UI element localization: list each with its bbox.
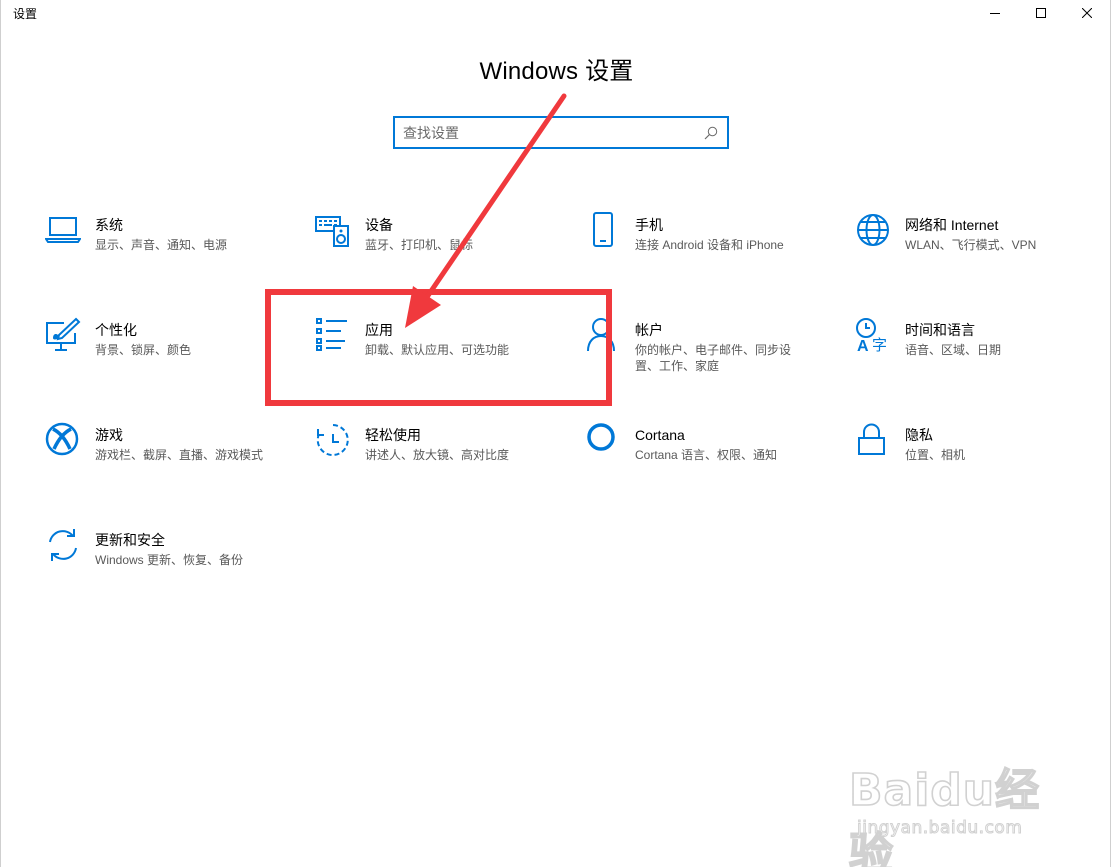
person-icon: [585, 317, 621, 353]
watermark-url: jingyan.baidu.com: [856, 818, 1023, 839]
close-icon: [1082, 8, 1092, 18]
tile-time-language[interactable]: A字 时间和语言 语音、区域、日期: [855, 318, 1105, 391]
tile-description: Windows 更新、恢复、备份: [95, 553, 244, 567]
time-language-icon: A字: [855, 317, 891, 353]
tile-description: 连接 Android 设备和 iPhone: [635, 238, 784, 252]
tile-devices[interactable]: 设备 蓝牙、打印机、鼠标: [315, 216, 565, 286]
tile-description: 显示、声音、通知、电源: [95, 238, 228, 252]
xbox-icon: [45, 422, 81, 458]
baidu-watermark: Baidu经验 jingyan.baidu.com: [848, 744, 1059, 867]
cortana-ring-icon: [585, 422, 621, 458]
minimize-button[interactable]: [972, 0, 1018, 26]
sync-icon: [45, 527, 81, 563]
lock-icon: [855, 422, 891, 458]
tile-description: 蓝牙、打印机、鼠标: [365, 238, 474, 252]
svg-text:A: A: [857, 338, 869, 353]
search-icon[interactable]: [703, 125, 719, 141]
page-title: Windows 设置: [479, 58, 634, 85]
search-box[interactable]: [393, 116, 729, 149]
tile-description: 卸载、默认应用、可选功能: [365, 343, 510, 357]
tile-description: 讲述人、放大镜、高对比度: [365, 448, 510, 462]
tile-title: 时间和语言: [905, 322, 975, 338]
maximize-icon: [1036, 8, 1046, 18]
tile-accounts[interactable]: 帐户 你的帐户、电子邮件、同步设置、工作、家庭: [585, 318, 835, 391]
tile-description: 语音、区域、日期: [905, 343, 1002, 357]
maximize-button[interactable]: [1018, 0, 1064, 26]
tile-title: 游戏: [95, 427, 123, 443]
tile-title: 手机: [635, 217, 663, 233]
tile-description: 位置、相机: [905, 448, 966, 462]
tile-title: 个性化: [95, 322, 137, 338]
settings-window: 设置 Windows 设置 系统 显示、声音、通知、电源: [0, 0, 1111, 867]
title-bar[interactable]: 设置: [1, 0, 1110, 28]
minimize-icon: [990, 13, 1000, 14]
tile-title: 设备: [365, 217, 393, 233]
tile-description: 背景、锁屏、颜色: [95, 343, 192, 357]
tile-ease-of-access[interactable]: 轻松使用 讲述人、放大镜、高对比度: [315, 424, 565, 496]
tile-description: 你的帐户、电子邮件、同步设置、工作、家庭: [635, 343, 792, 373]
tile-title: 轻松使用: [365, 427, 421, 443]
tile-description: Cortana 语言、权限、通知: [635, 448, 778, 462]
tile-network[interactable]: 网络和 Internet WLAN、飞行模式、VPN: [855, 214, 1105, 286]
tile-update-security[interactable]: 更新和安全 Windows 更新、恢复、备份: [45, 529, 295, 601]
window-title: 设置: [13, 7, 38, 21]
tile-title: 更新和安全: [95, 532, 165, 548]
tile-privacy[interactable]: 隐私 位置、相机: [855, 423, 1105, 496]
close-button[interactable]: [1064, 0, 1110, 26]
tile-description: WLAN、飞行模式、VPN: [905, 238, 1037, 252]
tile-title: 应用: [365, 322, 393, 338]
tile-phone[interactable]: 手机 连接 Android 设备和 iPhone: [585, 212, 835, 286]
search-input[interactable]: [403, 122, 693, 143]
tile-cortana[interactable]: Cortana Cortana 语言、权限、通知: [585, 423, 835, 496]
phone-icon: [585, 212, 621, 248]
svg-text:字: 字: [872, 336, 887, 353]
tile-apps[interactable]: 应用 卸载、默认应用、可选功能: [315, 318, 565, 391]
window-controls: [972, 0, 1110, 28]
tile-system[interactable]: 系统 显示、声音、通知、电源: [45, 216, 295, 286]
globe-icon: [855, 212, 891, 248]
tile-title: 隐私: [905, 427, 933, 443]
keyboard-speaker-icon: [315, 212, 351, 248]
tile-title: 网络和 Internet: [905, 217, 999, 233]
tile-title: Cortana: [635, 427, 685, 443]
tile-gaming[interactable]: 游戏 游戏栏、截屏、直播、游戏模式: [45, 422, 295, 496]
tile-title: 系统: [95, 217, 123, 233]
laptop-icon: [45, 212, 81, 248]
tile-description: 游戏栏、截屏、直播、游戏模式: [95, 448, 264, 462]
paint-monitor-icon: [45, 317, 81, 353]
tile-personalization[interactable]: 个性化 背景、锁屏、颜色: [45, 317, 295, 391]
list-icon: [315, 317, 351, 353]
ease-of-access-icon: [315, 422, 351, 458]
watermark-brand: Baidu经验: [848, 764, 1041, 867]
tile-title: 帐户: [635, 322, 663, 338]
